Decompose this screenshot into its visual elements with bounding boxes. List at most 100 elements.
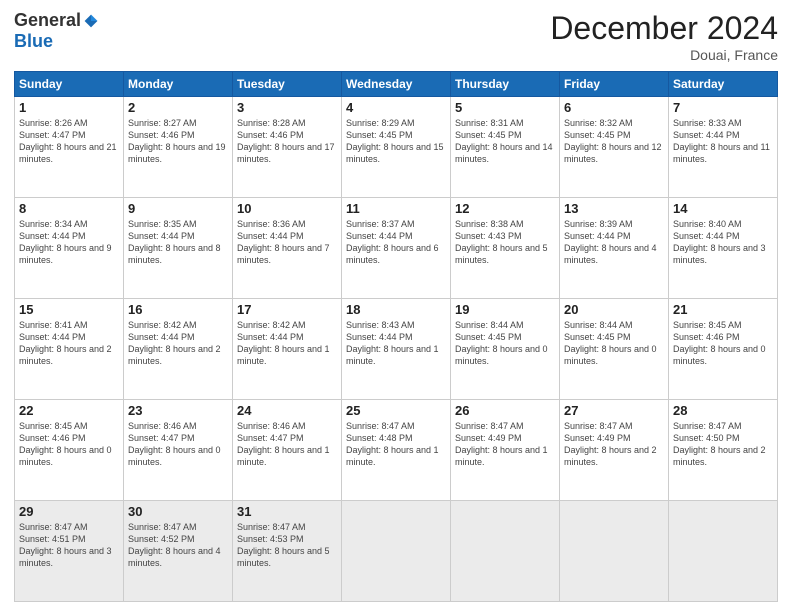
calendar-table: Sunday Monday Tuesday Wednesday Thursday… [14, 71, 778, 602]
day-number: 30 [128, 504, 228, 519]
calendar-cell: 11 Sunrise: 8:37 AMSunset: 4:44 PMDaylig… [342, 198, 451, 299]
calendar-row-2: 8 Sunrise: 8:34 AMSunset: 4:44 PMDayligh… [15, 198, 778, 299]
cell-info: Sunrise: 8:42 AMSunset: 4:44 PMDaylight:… [128, 320, 221, 366]
day-number: 26 [455, 403, 555, 418]
cell-info: Sunrise: 8:27 AMSunset: 4:46 PMDaylight:… [128, 118, 226, 164]
calendar-cell: 18 Sunrise: 8:43 AMSunset: 4:44 PMDaylig… [342, 299, 451, 400]
day-number: 21 [673, 302, 773, 317]
day-number: 5 [455, 100, 555, 115]
cell-info: Sunrise: 8:47 AMSunset: 4:52 PMDaylight:… [128, 522, 221, 568]
cell-info: Sunrise: 8:29 AMSunset: 4:45 PMDaylight:… [346, 118, 444, 164]
day-number: 3 [237, 100, 337, 115]
cell-info: Sunrise: 8:46 AMSunset: 4:47 PMDaylight:… [237, 421, 330, 467]
col-monday: Monday [124, 72, 233, 97]
cell-info: Sunrise: 8:31 AMSunset: 4:45 PMDaylight:… [455, 118, 553, 164]
calendar-cell [451, 501, 560, 602]
col-thursday: Thursday [451, 72, 560, 97]
calendar-cell: 4 Sunrise: 8:29 AMSunset: 4:45 PMDayligh… [342, 97, 451, 198]
day-number: 29 [19, 504, 119, 519]
calendar-cell: 10 Sunrise: 8:36 AMSunset: 4:44 PMDaylig… [233, 198, 342, 299]
cell-info: Sunrise: 8:47 AMSunset: 4:49 PMDaylight:… [455, 421, 548, 467]
cell-info: Sunrise: 8:47 AMSunset: 4:51 PMDaylight:… [19, 522, 112, 568]
day-number: 31 [237, 504, 337, 519]
month-title: December 2024 [550, 10, 778, 47]
cell-info: Sunrise: 8:47 AMSunset: 4:49 PMDaylight:… [564, 421, 657, 467]
col-tuesday: Tuesday [233, 72, 342, 97]
day-number: 7 [673, 100, 773, 115]
cell-info: Sunrise: 8:46 AMSunset: 4:47 PMDaylight:… [128, 421, 221, 467]
calendar-cell: 30 Sunrise: 8:47 AMSunset: 4:52 PMDaylig… [124, 501, 233, 602]
calendar-cell [342, 501, 451, 602]
calendar-cell: 2 Sunrise: 8:27 AMSunset: 4:46 PMDayligh… [124, 97, 233, 198]
day-number: 2 [128, 100, 228, 115]
calendar-cell [669, 501, 778, 602]
calendar-cell: 9 Sunrise: 8:35 AMSunset: 4:44 PMDayligh… [124, 198, 233, 299]
col-friday: Friday [560, 72, 669, 97]
cell-info: Sunrise: 8:47 AMSunset: 4:53 PMDaylight:… [237, 522, 330, 568]
calendar-cell: 6 Sunrise: 8:32 AMSunset: 4:45 PMDayligh… [560, 97, 669, 198]
day-number: 4 [346, 100, 446, 115]
calendar-cell: 23 Sunrise: 8:46 AMSunset: 4:47 PMDaylig… [124, 400, 233, 501]
cell-info: Sunrise: 8:38 AMSunset: 4:43 PMDaylight:… [455, 219, 548, 265]
day-number: 1 [19, 100, 119, 115]
calendar-cell: 21 Sunrise: 8:45 AMSunset: 4:46 PMDaylig… [669, 299, 778, 400]
calendar-cell: 1 Sunrise: 8:26 AMSunset: 4:47 PMDayligh… [15, 97, 124, 198]
day-number: 18 [346, 302, 446, 317]
title-area: December 2024 Douai, France [550, 10, 778, 63]
day-number: 14 [673, 201, 773, 216]
calendar-row-3: 15 Sunrise: 8:41 AMSunset: 4:44 PMDaylig… [15, 299, 778, 400]
calendar-cell: 28 Sunrise: 8:47 AMSunset: 4:50 PMDaylig… [669, 400, 778, 501]
cell-info: Sunrise: 8:40 AMSunset: 4:44 PMDaylight:… [673, 219, 766, 265]
logo-general: General [14, 10, 81, 31]
day-number: 9 [128, 201, 228, 216]
calendar-cell: 7 Sunrise: 8:33 AMSunset: 4:44 PMDayligh… [669, 97, 778, 198]
calendar-cell: 3 Sunrise: 8:28 AMSunset: 4:46 PMDayligh… [233, 97, 342, 198]
calendar-cell: 20 Sunrise: 8:44 AMSunset: 4:45 PMDaylig… [560, 299, 669, 400]
day-number: 10 [237, 201, 337, 216]
col-sunday: Sunday [15, 72, 124, 97]
logo-icon [83, 13, 99, 29]
cell-info: Sunrise: 8:33 AMSunset: 4:44 PMDaylight:… [673, 118, 770, 164]
cell-info: Sunrise: 8:41 AMSunset: 4:44 PMDaylight:… [19, 320, 112, 366]
calendar-cell: 22 Sunrise: 8:45 AMSunset: 4:46 PMDaylig… [15, 400, 124, 501]
day-number: 20 [564, 302, 664, 317]
day-number: 13 [564, 201, 664, 216]
day-number: 6 [564, 100, 664, 115]
cell-info: Sunrise: 8:36 AMSunset: 4:44 PMDaylight:… [237, 219, 330, 265]
calendar-row-1: 1 Sunrise: 8:26 AMSunset: 4:47 PMDayligh… [15, 97, 778, 198]
day-number: 19 [455, 302, 555, 317]
day-number: 28 [673, 403, 773, 418]
calendar-cell: 15 Sunrise: 8:41 AMSunset: 4:44 PMDaylig… [15, 299, 124, 400]
cell-info: Sunrise: 8:45 AMSunset: 4:46 PMDaylight:… [19, 421, 112, 467]
calendar-cell: 16 Sunrise: 8:42 AMSunset: 4:44 PMDaylig… [124, 299, 233, 400]
location: Douai, France [550, 47, 778, 63]
calendar-cell: 8 Sunrise: 8:34 AMSunset: 4:44 PMDayligh… [15, 198, 124, 299]
calendar-row-4: 22 Sunrise: 8:45 AMSunset: 4:46 PMDaylig… [15, 400, 778, 501]
cell-info: Sunrise: 8:43 AMSunset: 4:44 PMDaylight:… [346, 320, 439, 366]
calendar-cell: 12 Sunrise: 8:38 AMSunset: 4:43 PMDaylig… [451, 198, 560, 299]
calendar-cell: 31 Sunrise: 8:47 AMSunset: 4:53 PMDaylig… [233, 501, 342, 602]
day-number: 11 [346, 201, 446, 216]
calendar-cell: 26 Sunrise: 8:47 AMSunset: 4:49 PMDaylig… [451, 400, 560, 501]
calendar-cell: 29 Sunrise: 8:47 AMSunset: 4:51 PMDaylig… [15, 501, 124, 602]
day-number: 16 [128, 302, 228, 317]
calendar-cell: 27 Sunrise: 8:47 AMSunset: 4:49 PMDaylig… [560, 400, 669, 501]
day-number: 23 [128, 403, 228, 418]
day-number: 17 [237, 302, 337, 317]
cell-info: Sunrise: 8:47 AMSunset: 4:48 PMDaylight:… [346, 421, 439, 467]
day-number: 12 [455, 201, 555, 216]
cell-info: Sunrise: 8:39 AMSunset: 4:44 PMDaylight:… [564, 219, 657, 265]
cell-info: Sunrise: 8:35 AMSunset: 4:44 PMDaylight:… [128, 219, 221, 265]
col-wednesday: Wednesday [342, 72, 451, 97]
calendar-cell [560, 501, 669, 602]
header: General Blue December 2024 Douai, France [14, 10, 778, 63]
cell-info: Sunrise: 8:47 AMSunset: 4:50 PMDaylight:… [673, 421, 766, 467]
cell-info: Sunrise: 8:42 AMSunset: 4:44 PMDaylight:… [237, 320, 330, 366]
calendar-cell: 13 Sunrise: 8:39 AMSunset: 4:44 PMDaylig… [560, 198, 669, 299]
calendar-cell: 25 Sunrise: 8:47 AMSunset: 4:48 PMDaylig… [342, 400, 451, 501]
cell-info: Sunrise: 8:37 AMSunset: 4:44 PMDaylight:… [346, 219, 439, 265]
col-saturday: Saturday [669, 72, 778, 97]
day-number: 22 [19, 403, 119, 418]
calendar-row-5: 29 Sunrise: 8:47 AMSunset: 4:51 PMDaylig… [15, 501, 778, 602]
cell-info: Sunrise: 8:32 AMSunset: 4:45 PMDaylight:… [564, 118, 662, 164]
